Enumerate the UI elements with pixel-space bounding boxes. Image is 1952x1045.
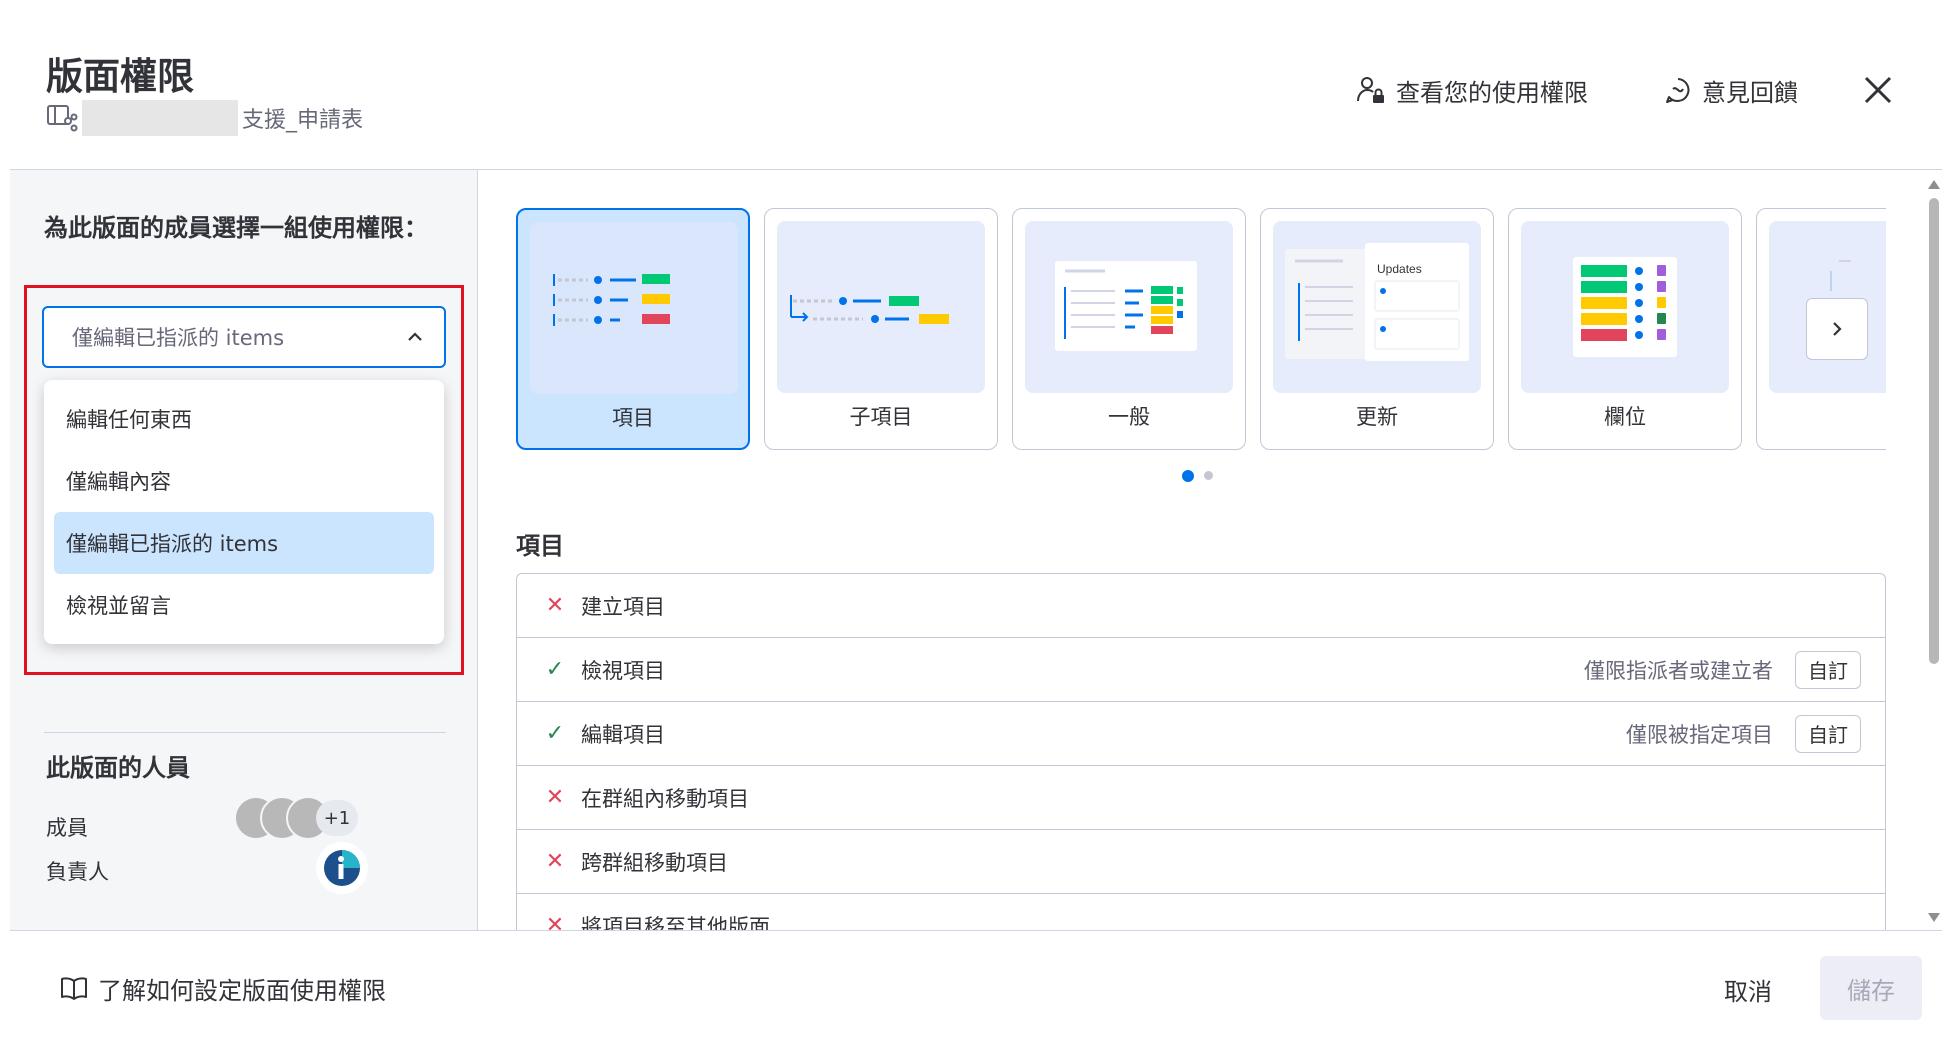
x-icon: ✕ xyxy=(545,913,565,930)
permission-row: ✕ 跨群組移動項目 xyxy=(517,830,1885,894)
category-card-columns[interactable]: 欄位 xyxy=(1508,208,1742,450)
updates-thumb-text: Updates xyxy=(1377,262,1422,276)
permission-select[interactable]: 僅編輯已指派的 items xyxy=(42,306,446,368)
permission-note: 僅限指派者或建立者 xyxy=(1584,658,1773,683)
items-illustration xyxy=(530,222,738,394)
permissions-table: ✕ 建立項目 ✓ 檢視項目 僅限指派者或建立者 自訂 ✓ 編輯項目 僅限被指定項… xyxy=(516,573,1886,930)
permission-row: ✕ 在群組內移動項目 xyxy=(517,766,1885,830)
permission-row: ✓ 檢視項目 僅限指派者或建立者 自訂 xyxy=(517,638,1885,702)
card-label: 項目 xyxy=(612,406,654,430)
permission-label: 編輯項目 xyxy=(581,722,665,747)
member-avatars[interactable]: +1 xyxy=(234,796,394,840)
general-illustration xyxy=(1025,221,1233,393)
permission-label: 在群組內移動項目 xyxy=(581,786,749,811)
x-icon: ✕ xyxy=(545,849,565,874)
card-label: 子項目 xyxy=(849,405,913,429)
check-icon: ✓ xyxy=(545,721,565,746)
section-title: 項目 xyxy=(516,532,564,560)
scroll-up-arrow-icon[interactable] xyxy=(1926,178,1942,192)
learn-permissions-link[interactable]: 了解如何設定版面使用權限 xyxy=(60,972,386,1005)
view-permissions-button[interactable]: 查看您的使用權限 xyxy=(1356,70,1588,110)
subitems-illustration xyxy=(777,221,985,393)
category-card-subitems[interactable]: 子項目 xyxy=(764,208,998,450)
left-divider xyxy=(44,732,446,733)
option-edit-content[interactable]: 僅編輯內容 xyxy=(54,450,434,512)
option-view-comment[interactable]: 檢視並留言 xyxy=(54,574,434,636)
permission-dropdown-menu: 編輯任何東西 僅編輯內容 僅編輯已指派的 items 檢視並留言 xyxy=(44,380,444,644)
option-edit-assigned[interactable]: 僅編輯已指派的 items xyxy=(54,512,434,574)
category-card-general[interactable]: 一般 xyxy=(1012,208,1246,450)
owner-avatar[interactable] xyxy=(316,842,368,894)
redacted-text xyxy=(82,100,238,136)
feedback-icon xyxy=(1666,78,1690,103)
category-carousel: 項目 子項目 一般 Updates 更新 欄位 xyxy=(516,208,1886,452)
option-edit-everything[interactable]: 編輯任何東西 xyxy=(54,388,434,450)
scrollbar[interactable] xyxy=(1926,176,1942,930)
dialog-header: 版面權限 支援_申請表 查看您的使用權限 意見回饋 xyxy=(0,0,1952,170)
check-icon: ✓ xyxy=(545,657,565,682)
scroll-down-arrow-icon[interactable] xyxy=(1926,910,1942,924)
customize-button[interactable]: 自訂 xyxy=(1795,714,1861,753)
chevron-right-icon xyxy=(1833,322,1842,336)
feedback-label: 意見回饋 xyxy=(1702,78,1798,107)
save-button[interactable]: 儲存 xyxy=(1820,956,1922,1020)
footer-divider xyxy=(10,930,1942,931)
close-icon[interactable] xyxy=(1860,72,1896,108)
dialog-title: 版面權限 xyxy=(46,55,194,98)
chevron-up-icon xyxy=(408,332,422,341)
board-name: 支援_申請表 xyxy=(242,108,364,133)
permission-row: ✕ 建立項目 xyxy=(517,574,1885,638)
x-icon: ✕ xyxy=(545,593,565,618)
carousel-next-button[interactable] xyxy=(1806,298,1868,360)
view-permissions-label: 查看您的使用權限 xyxy=(1396,78,1588,107)
more-members-badge: +1 xyxy=(316,800,358,836)
permission-question: 為此版面的成員選擇一組使用權限： xyxy=(44,214,428,242)
members-label: 成員 xyxy=(46,816,88,840)
updates-illustration: Updates xyxy=(1273,221,1481,393)
board-subtitle: 支援_申請表 xyxy=(46,100,363,136)
card-label: 欄位 xyxy=(1604,405,1646,429)
book-icon xyxy=(61,977,87,1000)
card-label: 更新 xyxy=(1356,405,1398,429)
people-title: 此版面的人員 xyxy=(46,754,190,782)
x-icon: ✕ xyxy=(545,785,565,810)
learn-label: 了解如何設定版面使用權限 xyxy=(98,976,386,1005)
feedback-button[interactable]: 意見回饋 xyxy=(1664,70,1798,110)
category-card-items[interactable]: 項目 xyxy=(516,208,750,450)
user-lock-icon xyxy=(1357,77,1384,103)
permission-row: ✓ 編輯項目 僅限被指定項目 自訂 xyxy=(517,702,1885,766)
shared-board-icon xyxy=(46,103,78,133)
permission-label: 檢視項目 xyxy=(581,658,665,683)
carousel-dot[interactable] xyxy=(1204,471,1213,480)
permission-label: 將項目移至其他版面 xyxy=(581,914,770,931)
owner-label: 負責人 xyxy=(46,860,109,884)
customize-button[interactable]: 自訂 xyxy=(1795,650,1861,689)
permission-label: 建立項目 xyxy=(581,594,665,619)
carousel-dot-active[interactable] xyxy=(1182,470,1194,482)
cancel-button[interactable]: 取消 xyxy=(1724,972,1772,1007)
permission-label: 跨群組移動項目 xyxy=(581,850,728,875)
permission-note: 僅限被指定項目 xyxy=(1626,722,1773,747)
left-panel: 為此版面的成員選擇一組使用權限： 僅編輯已指派的 items 編輯任何東西 僅編… xyxy=(10,170,478,930)
columns-illustration xyxy=(1521,221,1729,393)
scrollbar-thumb[interactable] xyxy=(1929,198,1939,664)
category-card-updates[interactable]: Updates 更新 xyxy=(1260,208,1494,450)
select-value: 僅編輯已指派的 items xyxy=(72,326,285,350)
permission-row: ✕ 將項目移至其他版面 xyxy=(517,894,1885,930)
card-label: 一般 xyxy=(1108,405,1150,429)
